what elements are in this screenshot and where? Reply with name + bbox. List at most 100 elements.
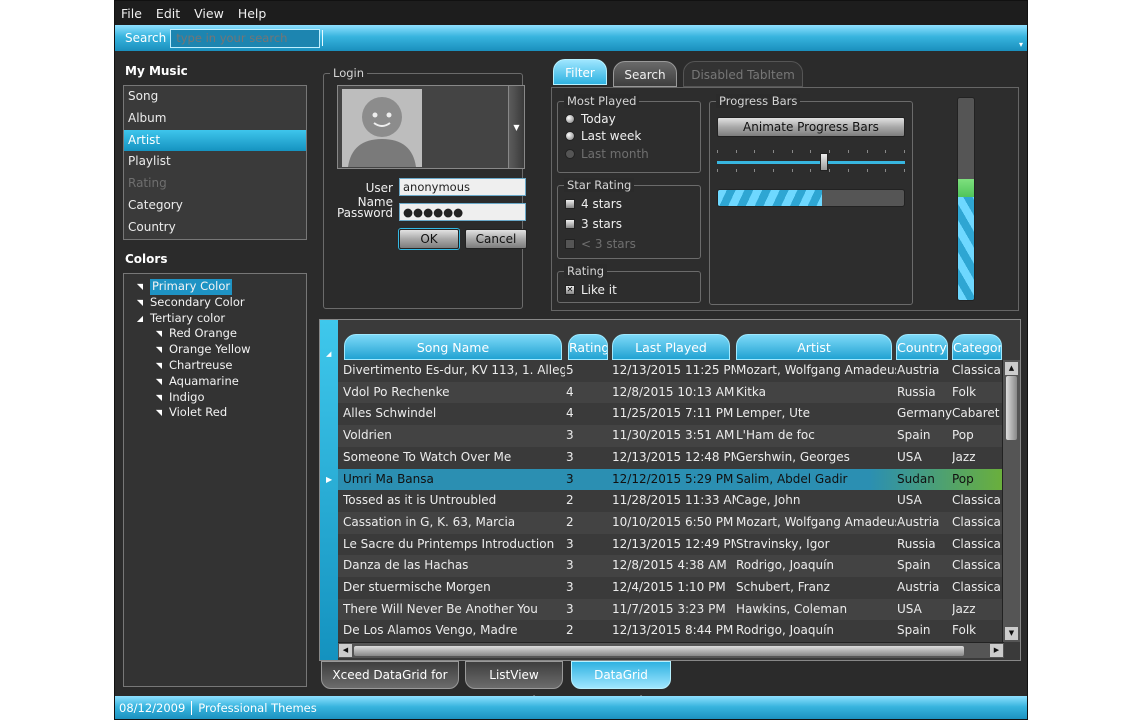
table-row[interactable]: Cassation in G, K. 63, Marcia 2 10/10/2015… bbox=[338, 511, 1002, 534]
table-row[interactable]: Someone To Watch Over Me 3 12/13/2015 12:4… bbox=[338, 447, 1002, 469]
table-cell: Umri Ma Bansa bbox=[343, 471, 434, 486]
menu-file[interactable]: File bbox=[121, 6, 142, 21]
menu-view[interactable]: View bbox=[194, 6, 224, 21]
search-input[interactable] bbox=[170, 28, 321, 48]
avatar-combobox[interactable]: ▼ bbox=[337, 85, 525, 169]
tree-node[interactable]: ◢ Tertiary color bbox=[124, 311, 306, 327]
table-row[interactable]: Danza de las Hachas 3 12/8/2015 4:38 AM Rod… bbox=[338, 555, 1002, 577]
slider-track[interactable] bbox=[717, 161, 905, 164]
scroll-thumb[interactable] bbox=[1006, 376, 1017, 440]
scroll-left-icon[interactable]: ◀ bbox=[339, 644, 352, 657]
check-3-stars[interactable]: 3 stars bbox=[565, 217, 622, 231]
tree-node[interactable]: ◥ Primary Color bbox=[124, 279, 306, 295]
tab-datagrid-control[interactable]: DataGrid Control bbox=[571, 661, 671, 708]
checkmark-icon: ✕ bbox=[565, 285, 575, 295]
music-item-song[interactable]: Song bbox=[124, 86, 306, 108]
scroll-up-icon[interactable]: ▲ bbox=[1005, 362, 1018, 375]
menu-edit[interactable]: Edit bbox=[156, 6, 180, 21]
expanded-arrow-icon[interactable]: ◢ bbox=[134, 311, 146, 327]
column-header[interactable]: Song Name bbox=[344, 334, 562, 360]
radio-last-month: Last month bbox=[565, 147, 649, 161]
column-header[interactable]: Category bbox=[952, 334, 1002, 360]
current-row-icon: ▶ bbox=[326, 474, 333, 484]
collapsed-arrow-icon[interactable]: ◥ bbox=[153, 405, 165, 421]
tab-filter[interactable]: Filter bbox=[553, 59, 607, 85]
table-row[interactable]: De Los Alamos Vengo, Madre 2 12/13/2015 8:… bbox=[338, 620, 1002, 642]
collapsed-arrow-icon[interactable]: ◥ bbox=[134, 295, 146, 311]
table-row[interactable]: Der stuermische Morgen 3 12/4/2015 1:10 PM… bbox=[338, 577, 1002, 599]
table-row[interactable]: Le Sacre du Printemps Introduction 3 12/13… bbox=[338, 534, 1002, 556]
animate-progress-button[interactable]: Animate Progress Bars bbox=[717, 117, 905, 137]
chevron-down-icon[interactable]: ▼ bbox=[508, 86, 524, 168]
table-cell: Kitka bbox=[736, 384, 766, 399]
check-like-it[interactable]: ✕ Like it bbox=[565, 283, 617, 297]
table-cell: 10/10/2015 6:50 PM bbox=[612, 514, 734, 529]
music-item-album[interactable]: Album bbox=[124, 108, 306, 130]
table-cell: Cabaret bbox=[952, 406, 1000, 421]
username-field[interactable] bbox=[399, 178, 526, 196]
table-row[interactable]: Vdol Po Rechenke 4 12/8/2015 10:13 AM Kitka… bbox=[338, 381, 1002, 404]
table-row[interactable]: Voldrien 3 11/30/2015 3:51 AM L'Ham de foc S… bbox=[338, 425, 1002, 447]
table-row[interactable]: There Will Never Be Another You 3 11/7/201… bbox=[338, 598, 1002, 621]
radio-today[interactable]: Today bbox=[565, 112, 616, 126]
tree-node-label: Primary Color bbox=[150, 279, 233, 295]
music-item-category[interactable]: Category bbox=[124, 195, 306, 217]
horizontal-scrollbar[interactable]: ◀ ▶ bbox=[338, 642, 1004, 658]
collapsed-arrow-icon[interactable]: ◥ bbox=[153, 326, 165, 342]
collapsed-arrow-icon[interactable]: ◥ bbox=[153, 390, 165, 406]
table-cell: Danza de las Hachas bbox=[343, 558, 469, 573]
tree-node[interactable]: ◥ Secondary Color bbox=[124, 295, 306, 311]
app-window: File Edit View Help Search ▾ My Music So… bbox=[114, 0, 1028, 720]
table-cell: Classical bbox=[952, 580, 1002, 594]
column-header[interactable]: Last Played bbox=[612, 334, 730, 360]
table-cell: Vdol Po Rechenke bbox=[343, 384, 450, 399]
slider-tick bbox=[717, 169, 718, 172]
tab-search[interactable]: Search bbox=[613, 61, 677, 87]
password-field[interactable] bbox=[399, 203, 526, 221]
music-item-playlist[interactable]: Playlist bbox=[124, 151, 306, 173]
collapsed-arrow-icon[interactable]: ◥ bbox=[153, 358, 165, 374]
table-row[interactable]: Tossed as it is Untroubled 2 11/28/2015 11… bbox=[338, 490, 1002, 512]
column-header[interactable]: Artist bbox=[736, 334, 892, 360]
column-header[interactable]: Rating bbox=[568, 334, 608, 360]
scroll-right-icon[interactable]: ▶ bbox=[990, 644, 1003, 657]
table-row[interactable]: Umri Ma Bansa 3 12/12/2015 5:29 PM Salim, A… bbox=[338, 468, 1002, 491]
my-music-title: My Music bbox=[125, 64, 188, 78]
table-row[interactable]: Divertimento Es-dur, KV 113, 1. Allegro 5… bbox=[338, 360, 1002, 382]
cancel-button[interactable]: Cancel bbox=[465, 229, 527, 249]
tree-node-label: Secondary Color bbox=[150, 294, 245, 309]
music-item-artist[interactable]: Artist bbox=[124, 129, 306, 152]
ok-button[interactable]: OK bbox=[399, 229, 459, 249]
table-cell: Austria bbox=[897, 514, 940, 529]
table-cell: Lemper, Ute bbox=[736, 406, 810, 421]
collapsed-arrow-icon[interactable]: ◥ bbox=[153, 374, 165, 390]
tree-node[interactable]: ◥ Aquamarine bbox=[124, 374, 306, 390]
check-4-stars[interactable]: 4 stars bbox=[565, 197, 622, 211]
slider-tick bbox=[754, 169, 756, 172]
select-all-icon[interactable]: ◢ bbox=[326, 350, 331, 358]
radio-last-week[interactable]: Last week bbox=[565, 129, 641, 143]
tree-node[interactable]: ◥ Violet Red bbox=[124, 405, 306, 421]
column-header[interactable]: Country bbox=[896, 334, 948, 360]
table-cell: 12/13/2015 11:25 PM bbox=[612, 363, 736, 377]
table-cell: Folk bbox=[952, 623, 977, 638]
tab-listview-control[interactable]: ListView Control bbox=[465, 661, 563, 708]
collapsed-arrow-icon[interactable]: ◥ bbox=[153, 342, 165, 358]
table-row[interactable]: Alles Schwindel 4 11/25/2015 7:11 PM Lemper… bbox=[338, 403, 1002, 425]
menu-help[interactable]: Help bbox=[238, 6, 267, 21]
vertical-scrollbar[interactable]: ▲ ▼ bbox=[1002, 360, 1020, 642]
music-item-country[interactable]: Country bbox=[124, 217, 306, 239]
table-cell: Pop bbox=[952, 428, 974, 443]
tree-node[interactable]: ◥ Orange Yellow bbox=[124, 342, 306, 358]
resize-grip-icon[interactable]: ▾ bbox=[1019, 40, 1023, 49]
tab-xceed-datagrid[interactable]: Xceed DataGrid for WPF bbox=[321, 661, 459, 708]
scroll-thumb[interactable] bbox=[354, 646, 964, 656]
tree-node[interactable]: ◥ Indigo bbox=[124, 390, 306, 406]
collapsed-arrow-icon[interactable]: ◥ bbox=[134, 279, 146, 295]
tree-node[interactable]: ◥ Chartreuse bbox=[124, 358, 306, 374]
scroll-down-icon[interactable]: ▼ bbox=[1005, 627, 1018, 640]
table-cell: 3 bbox=[566, 449, 574, 464]
avatar bbox=[342, 89, 422, 167]
tree-node[interactable]: ◥ Red Orange bbox=[124, 326, 306, 342]
slider-tick bbox=[866, 169, 868, 172]
